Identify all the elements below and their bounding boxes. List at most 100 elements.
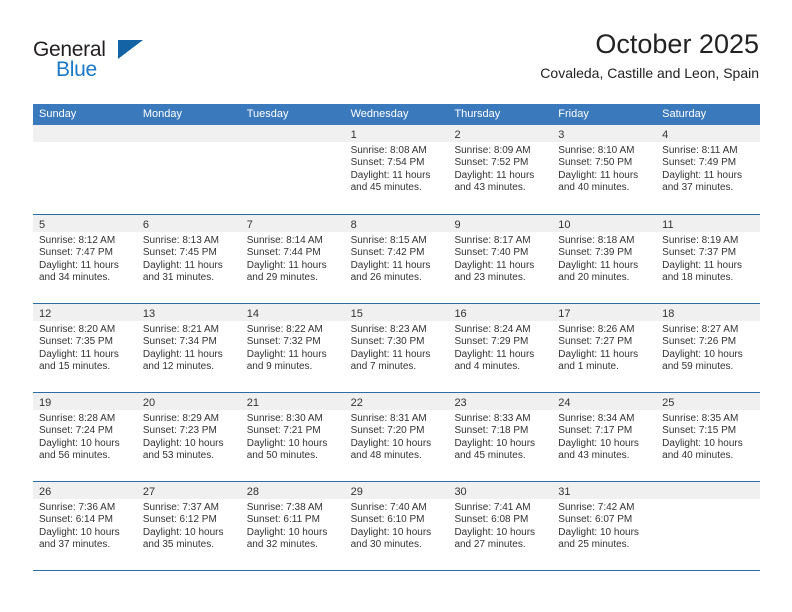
sunset-text: Sunset: 7:21 PM [246,425,321,437]
calendar-day-cell[interactable]: 11 Sunrise: 8:19 AM Sunset: 7:37 PM Dayligh… [656,215,761,303]
day-number-band: 26 [33,482,137,499]
daylight-text-cont: and 40 minutes. [558,182,630,194]
calendar-day-cell-empty [240,125,345,214]
calendar-day-cell[interactable]: 25 Sunrise: 8:35 AM Sunset: 7:15 PM Dayligh… [656,393,761,481]
calendar-day-cell[interactable]: 12 Sunrise: 8:20 AM Sunset: 7:35 PM Dayligh… [33,304,137,392]
calendar-day-cell[interactable]: 8 Sunrise: 8:15 AM Sunset: 7:42 PM Daylight… [344,215,449,303]
day-details: Sunrise: 8:21 AM Sunset: 7:34 PM Daylight:… [137,321,241,374]
calendar-day-cell[interactable]: 30 Sunrise: 7:41 AM Sunset: 6:08 PM Dayligh… [448,482,553,570]
day-details: Sunrise: 7:38 AM Sunset: 6:11 PM Daylight:… [241,499,345,552]
daylight-text: Daylight: 11 hours [142,348,223,360]
sunrise-text: Sunrise: 8:29 AM [142,413,220,424]
sunset-text: Sunset: 6:10 PM [350,514,425,526]
day-details: Sunrise: 8:33 AM Sunset: 7:18 PM Daylight:… [448,410,552,463]
day-number: 1 [350,129,357,141]
weekday-header-row: Sunday Monday Tuesday Wednesday Thursday Frid… [33,104,760,125]
daylight-text: Daylight: 11 hours [454,169,535,181]
calendar-day-cell[interactable]: 4 Sunrise: 8:11 AM Sunset: 7:49 PM Daylight… [656,125,761,214]
day-number-band: 25 [656,393,761,410]
day-details: Sunrise: 8:12 AM Sunset: 7:47 PM Daylight:… [33,232,137,285]
sunrise-text: Sunrise: 8:12 AM [39,235,116,246]
general-blue-logo[interactable]: General Blue [33,38,163,88]
day-number: 24 [558,397,571,409]
day-details: Sunrise: 8:23 AM Sunset: 7:30 PM Daylight:… [345,321,449,374]
day-number-band: 31 [552,482,657,499]
calendar-day-cell[interactable]: 26 Sunrise: 7:36 AM Sunset: 6:14 PM Dayligh… [33,482,137,570]
daylight-text-cont: and 7 minutes. [350,361,417,373]
calendar-day-cell[interactable]: 3 Sunrise: 8:10 AM Sunset: 7:50 PM Daylight… [552,125,657,214]
weekday-header-sunday: Sunday [39,108,77,120]
daylight-text: Daylight: 10 hours [246,526,328,538]
calendar-day-cell[interactable]: 20 Sunrise: 8:29 AM Sunset: 7:23 PM Dayligh… [136,393,241,481]
day-details: Sunrise: 8:20 AM Sunset: 7:35 PM Daylight:… [33,321,137,374]
calendar-day-cell-empty [136,125,241,214]
calendar-day-cell[interactable]: 6 Sunrise: 8:13 AM Sunset: 7:45 PM Daylight… [136,215,241,303]
calendar-day-cell[interactable]: 22 Sunrise: 8:31 AM Sunset: 7:20 PM Dayligh… [344,393,449,481]
sunrise-text: Sunrise: 8:14 AM [246,235,323,246]
sunrise-text: Sunrise: 8:09 AM [454,145,531,156]
calendar-day-cell[interactable]: 16 Sunrise: 8:24 AM Sunset: 7:29 PM Dayligh… [448,304,553,392]
day-details: Sunrise: 7:40 AM Sunset: 6:10 PM Daylight:… [345,499,449,552]
calendar-day-cell[interactable]: 18 Sunrise: 8:27 AM Sunset: 7:26 PM Dayligh… [656,304,761,392]
daylight-text-cont: and 30 minutes. [350,539,422,551]
calendar-day-cell[interactable]: 7 Sunrise: 8:14 AM Sunset: 7:44 PM Daylight… [240,215,345,303]
day-details: Sunrise: 8:29 AM Sunset: 7:23 PM Daylight:… [137,410,241,463]
daylight-text: Daylight: 11 hours [142,259,223,271]
daylight-text: Daylight: 10 hours [558,526,639,538]
sunset-text: Sunset: 7:15 PM [662,425,737,437]
day-number-band: 1 [344,125,449,142]
calendar-day-cell[interactable]: 21 Sunrise: 8:30 AM Sunset: 7:21 PM Dayligh… [240,393,345,481]
calendar-day-cell[interactable]: 29 Sunrise: 7:40 AM Sunset: 6:10 PM Dayligh… [344,482,449,570]
day-details: Sunrise: 8:10 AM Sunset: 7:50 PM Daylight:… [552,142,656,195]
calendar-day-cell[interactable]: 2 Sunrise: 8:09 AM Sunset: 7:52 PM Daylight… [448,125,553,214]
sunset-text: Sunset: 7:18 PM [454,425,529,437]
calendar-day-cell[interactable]: 17 Sunrise: 8:26 AM Sunset: 7:27 PM Dayligh… [552,304,657,392]
daylight-text-cont: and 32 minutes. [246,539,318,551]
day-number-band: 17 [552,304,657,321]
calendar-day-cell[interactable]: 10 Sunrise: 8:18 AM Sunset: 7:39 PM Dayligh… [552,215,657,303]
daylight-text-cont: and 27 minutes. [454,539,526,551]
calendar-day-cell[interactable]: 9 Sunrise: 8:17 AM Sunset: 7:40 PM Daylight… [448,215,553,303]
calendar-day-cell[interactable]: 15 Sunrise: 8:23 AM Sunset: 7:30 PM Dayligh… [344,304,449,392]
calendar-day-cell[interactable]: 1 Sunrise: 8:08 AM Sunset: 7:54 PM Daylight… [344,125,449,214]
daylight-text: Daylight: 11 hours [662,169,743,181]
daylight-text: Daylight: 11 hours [350,259,431,271]
calendar-day-cell[interactable]: 14 Sunrise: 8:22 AM Sunset: 7:32 PM Dayligh… [240,304,345,392]
sunset-text: Sunset: 7:39 PM [558,247,633,259]
daylight-text-cont: and 45 minutes. [454,450,526,462]
calendar-day-cell[interactable]: 19 Sunrise: 8:28 AM Sunset: 7:24 PM Dayligh… [33,393,137,481]
sunrise-text: Sunrise: 8:20 AM [39,324,116,335]
day-number-band: 2 [448,125,553,142]
daylight-text: Daylight: 11 hours [558,259,639,271]
sunrise-text: Sunrise: 8:33 AM [454,413,531,424]
sunset-text: Sunset: 7:20 PM [350,425,425,437]
daylight-text-cont: and 34 minutes. [39,272,111,284]
sunrise-text: Sunrise: 7:36 AM [39,502,116,513]
day-details: Sunrise: 8:24 AM Sunset: 7:29 PM Daylight:… [448,321,552,374]
daylight-text-cont: and 48 minutes. [350,450,422,462]
daylight-text: Daylight: 10 hours [142,526,224,538]
sunset-text: Sunset: 7:54 PM [350,157,425,169]
daylight-text: Daylight: 10 hours [662,348,743,360]
daylight-text-cont: and 35 minutes. [142,539,215,551]
page-header: General Blue October 2025 Covaleda, Cast… [33,28,759,98]
day-number: 3 [558,129,565,141]
day-details: Sunrise: 8:14 AM Sunset: 7:44 PM Daylight:… [241,232,345,285]
calendar-day-cell[interactable]: 13 Sunrise: 8:21 AM Sunset: 7:34 PM Dayligh… [136,304,241,392]
day-details: Sunrise: 8:11 AM Sunset: 7:49 PM Daylight:… [656,142,760,195]
daylight-text-cont: and 37 minutes. [662,182,734,194]
sunrise-text: Sunrise: 7:41 AM [454,502,531,513]
calendar-weeks: 1 Sunrise: 8:08 AM Sunset: 7:54 PM Daylight… [33,125,761,570]
daylight-text-cont: and 43 minutes. [454,182,526,194]
calendar-day-cell[interactable]: 23 Sunrise: 8:33 AM Sunset: 7:18 PM Dayligh… [448,393,553,481]
calendar-day-cell[interactable]: 24 Sunrise: 8:34 AM Sunset: 7:17 PM Dayligh… [552,393,657,481]
daylight-text: Daylight: 11 hours [454,259,535,271]
day-details: Sunrise: 8:09 AM Sunset: 7:52 PM Daylight:… [448,142,552,195]
day-number: 31 [558,486,571,498]
calendar-day-cell[interactable]: 31 Sunrise: 7:42 AM Sunset: 6:07 PM Dayligh… [552,482,657,570]
calendar-day-cell[interactable]: 5 Sunrise: 8:12 AM Sunset: 7:47 PM Daylight… [33,215,137,303]
sunrise-text: Sunrise: 8:22 AM [246,324,323,335]
calendar-day-cell[interactable]: 27 Sunrise: 7:37 AM Sunset: 6:12 PM Dayligh… [136,482,241,570]
daylight-text-cont: and 31 minutes. [142,272,215,284]
calendar-day-cell[interactable]: 28 Sunrise: 7:38 AM Sunset: 6:11 PM Dayligh… [240,482,345,570]
